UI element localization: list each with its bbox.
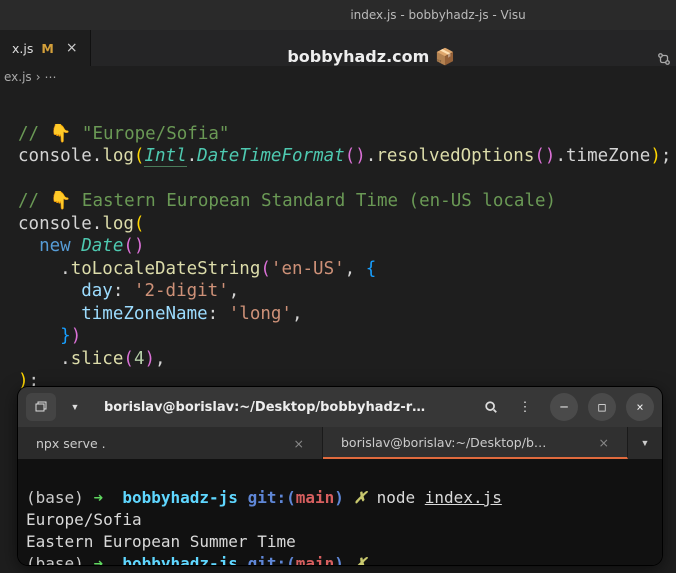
terminal-tab[interactable]: npx serve . × [18,427,323,459]
code-comment: // 👇 "Europe/Sofia" [18,124,229,144]
tab-dropdown-button[interactable]: ▾ [628,427,662,459]
terminal-tab[interactable]: borislav@borislav:~/Desktop/b… × [323,427,628,459]
terminal-title: borislav@borislav:~/Desktop/bobbyhadz-r… [94,400,472,415]
terminal-output: Eastern European Summer Time [26,532,296,551]
tab-label: x.js [12,41,33,56]
modified-indicator: M [41,41,53,56]
chevron-right-icon: › [36,70,41,84]
site-header: bobbyhadz.com 📦 [91,47,652,66]
terminal-title-bar[interactable]: ▾ borislav@borislav:~/Desktop/bobbyhadz-… [18,387,662,427]
breadcrumb-more: ⋯ [45,70,57,84]
minimize-button[interactable]: ─ [550,393,578,421]
terminal-body[interactable]: (base) ➜ bobbyhadz-js git:(main) ✗ node … [18,459,662,565]
cube-icon: 📦 [435,47,455,66]
window-title: index.js - bobbyhadz-js - Visu [350,8,525,22]
terminal-tab-label: npx serve . [36,436,106,451]
new-tab-button[interactable] [26,393,56,421]
close-icon[interactable]: × [599,435,609,450]
dropdown-button[interactable]: ▾ [60,393,90,421]
menu-icon[interactable]: ⋮ [510,393,540,421]
close-button[interactable]: × [626,393,654,421]
terminal-output: Europe/Sofia [26,510,142,529]
close-icon[interactable]: × [66,40,78,56]
editor-tabs-row: x.js M × bobbyhadz.com 📦 [0,30,676,66]
breadcrumb-file: ex.js [4,70,32,84]
maximize-button[interactable]: □ [588,393,616,421]
search-icon[interactable] [476,393,506,421]
site-name: bobbyhadz.com [287,47,429,66]
close-icon[interactable]: × [294,436,304,451]
terminal-tabs: npx serve . × borislav@borislav:~/Deskto… [18,427,662,459]
breadcrumb[interactable]: ex.js › ⋯ [0,66,676,88]
window-title-bar: index.js - bobbyhadz-js - Visu [0,0,676,30]
code-comment: // 👇 Eastern European Standard Time (en-… [18,191,556,211]
code-editor[interactable]: // 👇 "Europe/Sofia" console.log(Intl.Dat… [0,88,676,401]
terminal-window: ▾ borislav@borislav:~/Desktop/bobbyhadz-… [18,387,662,565]
git-compare-icon[interactable] [652,52,676,66]
file-tab[interactable]: x.js M × [0,30,91,66]
terminal-tab-label: borislav@borislav:~/Desktop/b… [341,435,546,450]
